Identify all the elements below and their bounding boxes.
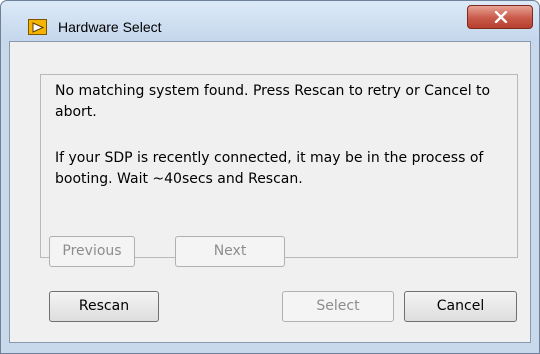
close-button[interactable] <box>467 5 533 29</box>
title-bar[interactable]: Hardware Select <box>1 1 539 41</box>
close-icon <box>494 11 508 23</box>
window-title: Hardware Select <box>58 19 162 35</box>
next-button[interactable]: Next <box>175 236 285 267</box>
select-button[interactable]: Select <box>282 291 394 322</box>
app-icon <box>28 19 47 35</box>
cancel-button[interactable]: Cancel <box>404 291 517 322</box>
message-line-1: No matching system found. Press Rescan t… <box>55 83 491 120</box>
hardware-select-dialog: Hardware Select No matching system found… <box>0 0 540 354</box>
previous-button[interactable]: Previous <box>49 236 135 267</box>
dialog-body: No matching system found. Press Rescan t… <box>9 41 531 343</box>
message-panel: No matching system found. Press Rescan t… <box>40 74 518 258</box>
rescan-button[interactable]: Rescan <box>49 291 159 322</box>
message-line-2: If your SDP is recently connected, it ma… <box>55 150 484 187</box>
